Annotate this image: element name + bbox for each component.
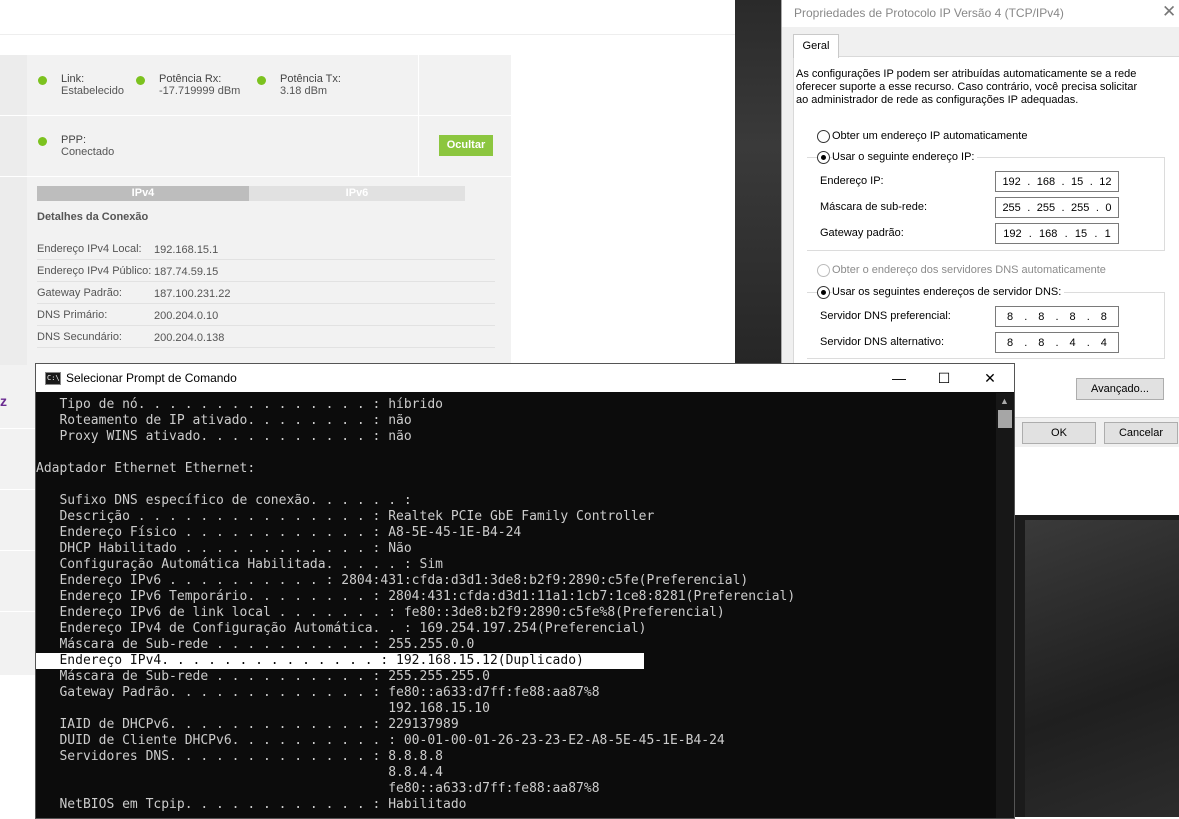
detail-row: DNS Secundário: 200.204.0.138: [37, 326, 495, 348]
console-line-highlighted: Endereço IPv4. . . . . . . . . . . . . .…: [36, 653, 644, 669]
dialog-titlebar[interactable]: Propriedades de Protocolo IP Versão 4 (T…: [782, 0, 1179, 27]
console-line: IAID de DHCPv6. . . . . . . . . . . . . …: [36, 717, 459, 732]
router-lower-column: [0, 365, 37, 675]
advanced-button[interactable]: Avançado...: [1076, 378, 1164, 400]
detail-row: Endereço IPv4 Público: 187.74.59.15: [37, 260, 495, 282]
dialog-close-icon[interactable]: ✕: [1162, 2, 1176, 22]
rx-power-label: Potência Rx:: [159, 73, 222, 85]
alternate-dns-field[interactable]: 8.8.4.4: [995, 332, 1119, 353]
dialog-description: As configurações IP podem ser atribuídas…: [796, 68, 1138, 106]
cmd-app-icon: C:\: [45, 372, 61, 385]
console-output[interactable]: Tipo de nó. . . . . . . . . . . . . . . …: [36, 393, 996, 818]
router-header: [0, 0, 735, 35]
tx-power-label: Potência Tx:: [280, 73, 341, 85]
ppp-label: PPP:: [61, 134, 87, 146]
obtain-ip-auto-radio[interactable]: [817, 130, 830, 143]
tx-power-value: 3.18 dBm: [280, 85, 328, 97]
console-line: Configuração Automática Habilitada. . . …: [36, 557, 443, 572]
obtain-ip-auto-label: Obter um endereço IP automaticamente: [832, 130, 1028, 142]
detail-value: 200.204.0.10: [154, 310, 219, 322]
obtain-dns-auto-radio[interactable]: [817, 264, 830, 277]
cmd-title: Selecionar Prompt de Comando: [66, 371, 237, 385]
console-line: Gateway Padrão. . . . . . . . . . . . . …: [36, 685, 600, 700]
detail-key: Gateway Padrão:: [37, 287, 122, 299]
tab-general[interactable]: Geral: [793, 34, 839, 58]
alternate-dns-label: Servidor DNS alternativo:: [820, 336, 945, 348]
detail-value: 187.100.231.22: [154, 288, 231, 300]
console-line: DHCP Habilitado . . . . . . . . . . . . …: [36, 541, 412, 556]
detail-row: Gateway Padrão: 187.100.231.22: [37, 282, 495, 304]
subnet-mask-label: Máscara de sub-rede:: [820, 201, 927, 213]
detail-key: DNS Primário:: [37, 309, 108, 321]
detail-value: 192.168.15.1: [154, 244, 219, 256]
detail-value: 200.204.0.138: [154, 332, 225, 344]
use-ip-label: Usar o seguinte endereço IP:: [832, 151, 978, 163]
default-gateway-field[interactable]: 192. 168. 15. 1: [995, 223, 1119, 244]
ppp-value: Conectado: [61, 146, 115, 158]
use-dns-radio[interactable]: [817, 286, 830, 299]
scroll-up-icon[interactable]: ▲: [1000, 396, 1009, 406]
detail-row: DNS Primário: 200.204.0.10: [37, 304, 495, 326]
console-line: Descrição . . . . . . . . . . . . . . . …: [36, 509, 655, 524]
console-line: Endereço IPv6 Temporário. . . . . . . . …: [36, 589, 796, 604]
dialog-title: Propriedades de Protocolo IP Versão 4 (T…: [794, 6, 1064, 20]
obtain-dns-auto-label: Obter o endereço dos servidores DNS auto…: [832, 264, 1106, 276]
console-line: Sufixo DNS específico de conexão. . . . …: [36, 493, 412, 508]
rx-power-value: -17.719999 dBm: [159, 85, 241, 97]
cancel-button[interactable]: Cancelar: [1104, 422, 1178, 444]
console-line: DUID de Cliente DHCPv6. . . . . . . . . …: [36, 733, 725, 748]
link-label: Link:: [61, 73, 85, 85]
tab-ipv4[interactable]: IPv4: [37, 186, 249, 201]
detail-key: Endereço IPv4 Local:: [37, 243, 142, 255]
console-line: Endereço IPv6 . . . . . . . . . . : 2804…: [36, 573, 749, 588]
maximize-icon[interactable]: ☐: [934, 368, 954, 388]
tab-ipv6[interactable]: IPv6: [249, 186, 465, 201]
console-line: Endereço IPv4 de Configuração Automática…: [36, 621, 647, 636]
side-nav-letter[interactable]: z: [0, 393, 7, 409]
connection-details-title: Detalhes da Conexão: [37, 211, 149, 223]
use-ip-radio[interactable]: [817, 151, 830, 164]
console-line: NetBIOS em Tcpip. . . . . . . . . . . . …: [36, 797, 467, 812]
console-line: Endereço Físico . . . . . . . . . . . . …: [36, 525, 522, 540]
use-dns-label: Usar os seguintes endereços de servidor …: [832, 286, 1065, 298]
console-line: 8.8.4.4: [36, 765, 443, 780]
link-value: Estabelecido: [61, 85, 124, 97]
subnet-mask-field[interactable]: 255. 255. 255. 0: [995, 197, 1119, 218]
close-icon[interactable]: ✕: [980, 368, 1000, 388]
ip-address-field[interactable]: 192. 168. 15. 12: [995, 171, 1119, 192]
console-line: Servidores DNS. . . . . . . . . . . . . …: [36, 749, 443, 764]
tx-status-dot: [257, 76, 266, 85]
cmd-titlebar[interactable]: C:\ Selecionar Prompt de Comando — ☐ ✕: [36, 364, 1014, 392]
preferred-dns-label: Servidor DNS preferencial:: [820, 310, 951, 322]
detail-row: Endereço IPv4 Local: 192.168.15.1: [37, 238, 495, 260]
default-gateway-label: Gateway padrão:: [820, 227, 904, 239]
link-status-dot: [38, 76, 47, 85]
background-window-strip: [1013, 447, 1179, 515]
console-line: Proxy WINS ativado. . . . . . . . . . . …: [36, 429, 412, 444]
command-prompt-window: C:\ Selecionar Prompt de Comando — ☐ ✕ T…: [35, 363, 1015, 819]
hide-button[interactable]: Ocultar: [439, 135, 493, 156]
console-line: fe80::a633:d7ff:fe88:aa87%8: [36, 781, 600, 796]
console-line: Roteamento de IP ativado. . . . . . . . …: [36, 413, 412, 428]
rx-status-dot: [136, 76, 145, 85]
scroll-thumb[interactable]: [998, 410, 1012, 428]
ok-button[interactable]: OK: [1022, 422, 1096, 444]
console-line: Adaptador Ethernet Ethernet:: [36, 461, 256, 476]
ip-address-label: Endereço IP:: [820, 175, 884, 187]
console-line: Máscara de Sub-rede . . . . . . . . . . …: [36, 669, 490, 684]
detail-key: Endereço IPv4 Público:: [37, 265, 152, 277]
minimize-icon[interactable]: —: [889, 368, 909, 388]
preferred-dns-field[interactable]: 8.8.8.8: [995, 306, 1119, 327]
console-line: Tipo de nó. . . . . . . . . . . . . . . …: [36, 397, 443, 412]
console-line: Máscara de Sub-rede . . . . . . . . . . …: [36, 637, 475, 652]
ip-version-tabs: IPv4 IPv6: [37, 186, 465, 201]
ppp-status-dot: [38, 137, 47, 146]
cmd-scrollbar[interactable]: ▲: [996, 393, 1014, 818]
console-line: 192.168.15.10: [36, 701, 490, 716]
detail-key: DNS Secundário:: [37, 331, 122, 343]
console-line: Endereço IPv6 de link local . . . . . . …: [36, 605, 725, 620]
detail-value: 187.74.59.15: [154, 266, 219, 278]
